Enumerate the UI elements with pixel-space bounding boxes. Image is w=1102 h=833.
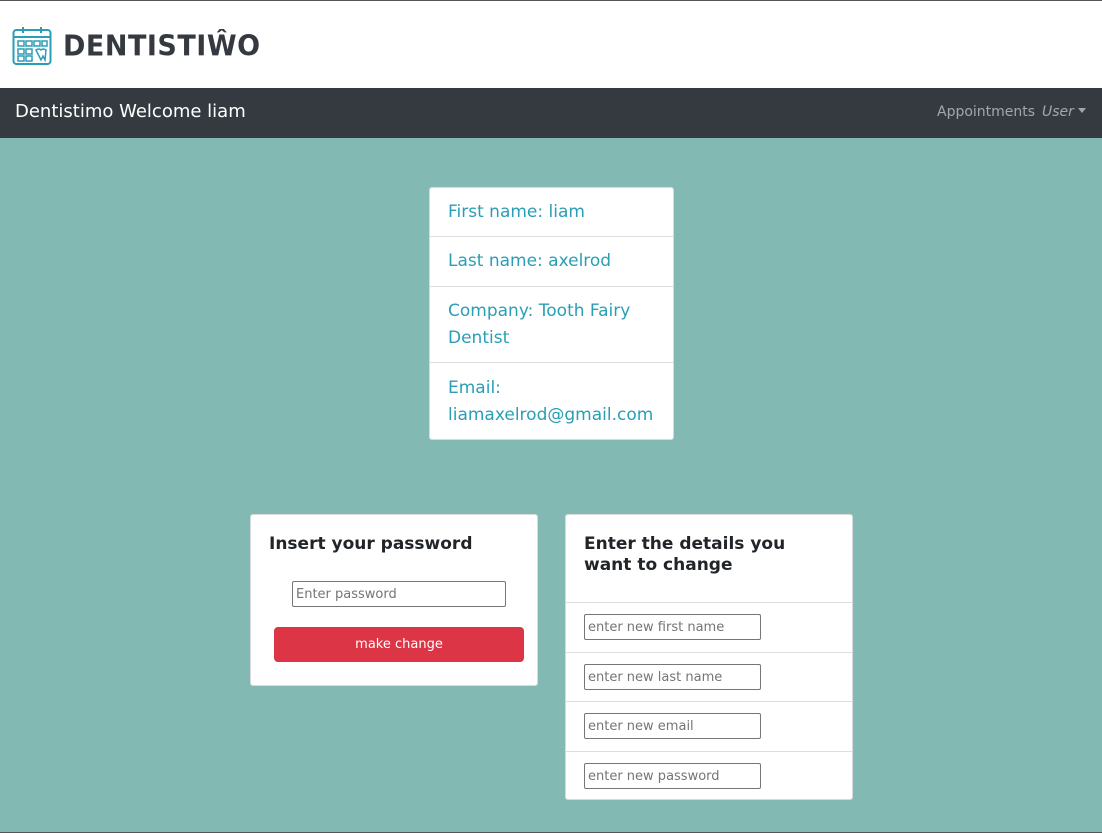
logo-text: DENTISTIŴO	[63, 29, 261, 63]
password-card-title: Insert your password	[269, 534, 473, 554]
make-change-button[interactable]: make change	[274, 627, 524, 662]
navbar-brand[interactable]: Dentistimo Welcome liam	[15, 101, 246, 122]
new-last-name-input[interactable]	[584, 664, 761, 690]
nav-user-dropdown[interactable]: User	[1042, 104, 1086, 120]
profile-last-name: Last name: axelrod	[430, 237, 673, 287]
nav-appointments-link[interactable]: Appointments	[937, 104, 1035, 120]
profile-card: First name: liam Last name: axelrod Comp…	[429, 187, 674, 440]
details-card-title: Enter the details you want to change	[584, 534, 786, 575]
navbar: Dentistimo Welcome liam Appointments Use…	[0, 88, 1102, 138]
new-email-input[interactable]	[584, 713, 761, 739]
detail-row-password	[566, 751, 852, 799]
password-card: Insert your password make change	[250, 514, 538, 686]
details-card: Enter the details you want to change	[565, 514, 853, 800]
profile-email: Email: liamaxelrod@gmail.com	[448, 378, 654, 425]
detail-row-first-name	[566, 602, 852, 652]
detail-row-email	[566, 701, 852, 751]
password-input[interactable]	[292, 581, 506, 607]
calendar-tooth-icon	[12, 26, 52, 66]
new-first-name-input[interactable]	[584, 614, 761, 640]
caret-down-icon	[1077, 108, 1086, 113]
profile-company: Company: Tooth Fairy Dentist	[430, 287, 673, 363]
site-header: DENTISTIŴO	[0, 0, 1102, 88]
profile-first-name: First name: liam	[430, 188, 673, 237]
nav-user-label: User	[1042, 104, 1074, 120]
new-password-input[interactable]	[584, 763, 761, 789]
detail-row-last-name	[566, 652, 852, 701]
logo[interactable]: DENTISTIŴO	[12, 26, 261, 66]
